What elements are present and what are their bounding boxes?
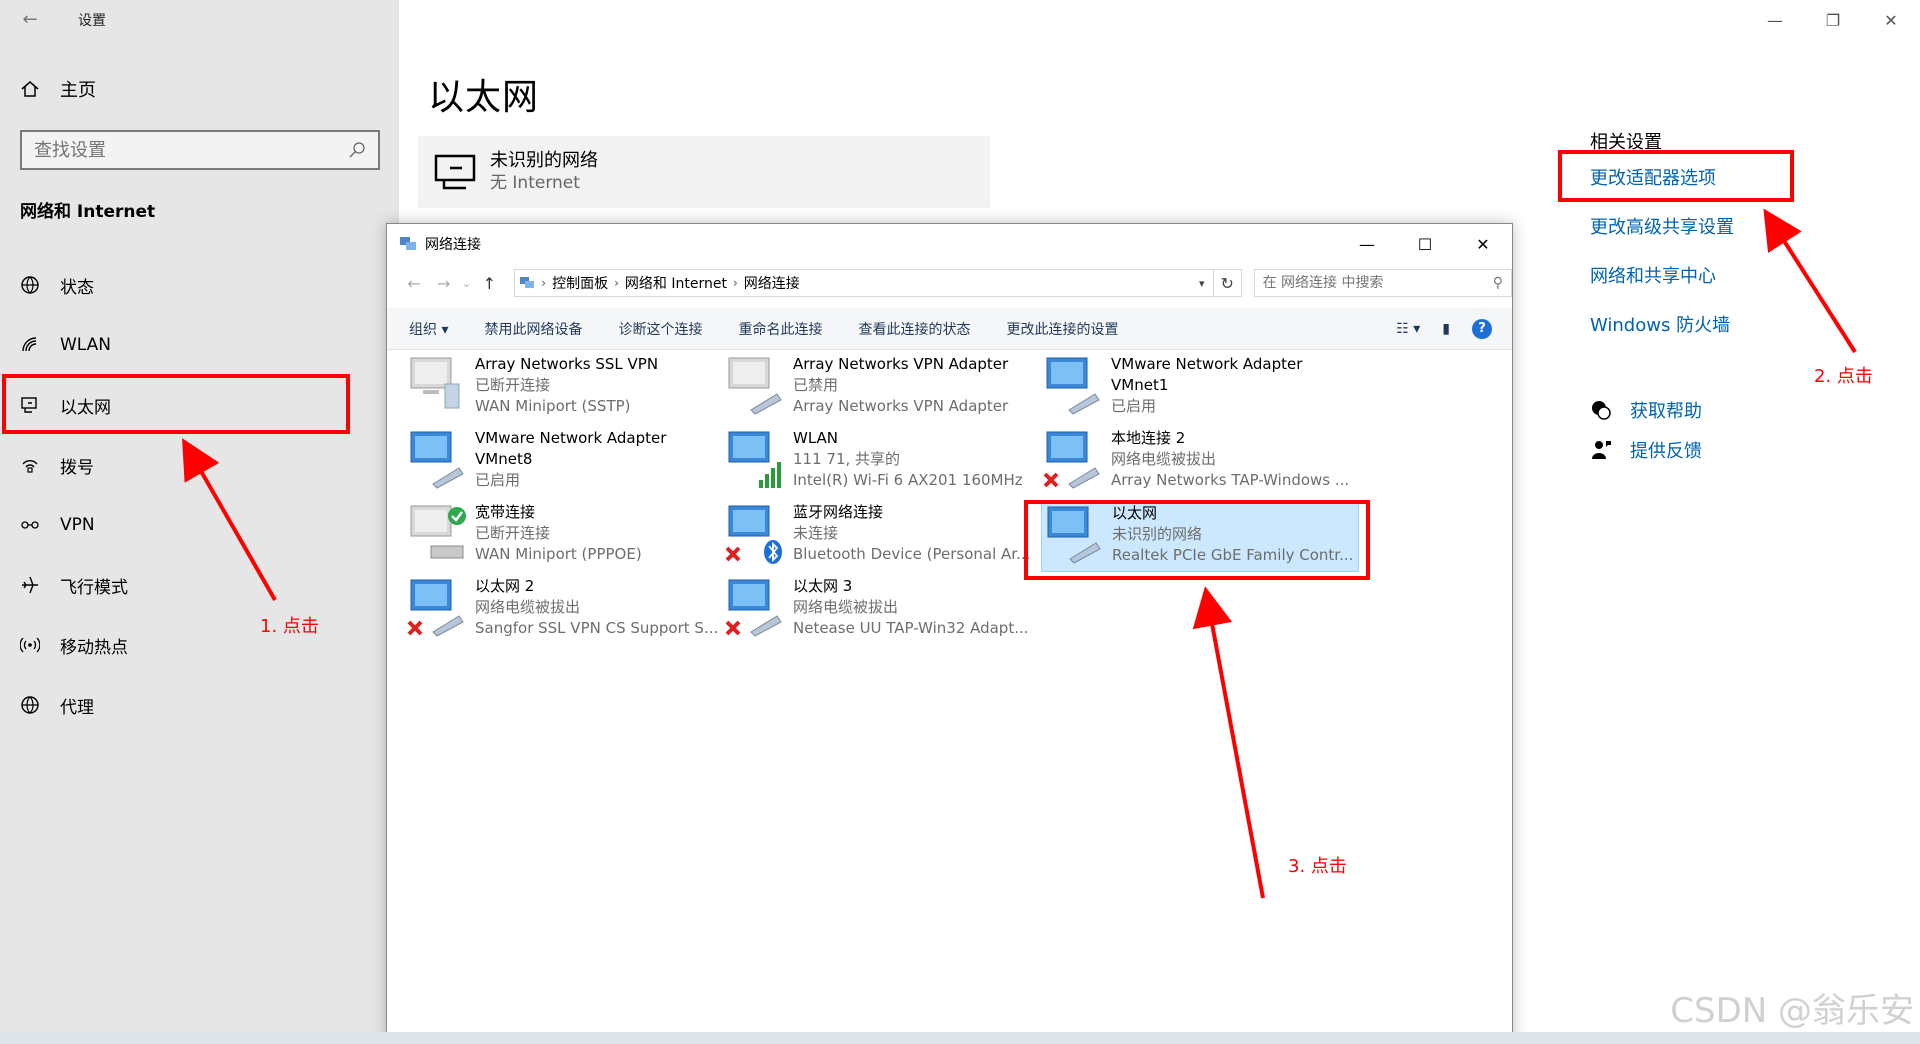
taskbar <box>0 1032 1920 1044</box>
annotation-step1: 1. 点击 <box>260 616 319 637</box>
watermark: CSDN @翁乐安 <box>1670 991 1914 1031</box>
arrow-step3 <box>1192 586 1265 899</box>
screen: ← 设置 主页 网络和 Internet 状态 WLAN 以太网 <box>0 0 1920 1044</box>
arrow-step2 <box>1763 208 1857 354</box>
arrow-step1 <box>182 438 277 601</box>
annotation-step3: 3. 点击 <box>1288 856 1347 877</box>
annotation-arrows <box>182 208 1857 899</box>
annotation-step2: 2. 点击 <box>1814 366 1873 387</box>
